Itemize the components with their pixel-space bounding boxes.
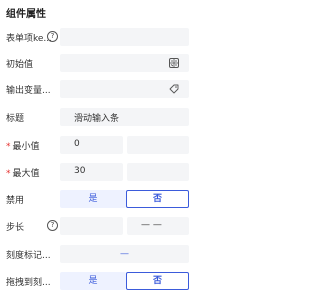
initial-value-input[interactable] [60, 54, 189, 72]
form-key-label: 表单项ke... [6, 34, 53, 44]
title-label: 标题 [6, 114, 25, 124]
drag-no-button[interactable]: 否 [126, 272, 189, 290]
step-slider-input[interactable]: — — [127, 217, 189, 235]
disabled-row: 禁用 是 否 [0, 190, 206, 208]
step-label: 步长 [6, 223, 25, 233]
disabled-yes-button[interactable]: 是 [60, 190, 126, 208]
output-var-label: 输出变量... [6, 86, 51, 96]
marks-value: — [120, 249, 129, 259]
required-mark: * [6, 169, 11, 179]
initial-value-row: 初始值 [0, 54, 206, 72]
max-value: 30 [74, 166, 86, 176]
min-input[interactable]: 0 [60, 136, 123, 154]
title-input[interactable]: 滑动输入条 [60, 108, 189, 126]
marks-input[interactable]: — [60, 245, 189, 263]
drag-row: 拖拽到刻... 是 否 [0, 272, 206, 290]
marks-row: 刻度标记... — [0, 245, 206, 263]
step-row: 步长 ? — — [0, 217, 206, 235]
min-value: 0 [74, 139, 80, 149]
max-input[interactable]: 30 [60, 163, 123, 181]
marks-label: 刻度标记... [6, 251, 51, 261]
form-key-input[interactable] [60, 28, 189, 46]
title-value: 滑动输入条 [74, 114, 120, 124]
form-key-row: 表单项ke... ? [0, 28, 206, 46]
title-row: 标题 滑动输入条 [0, 108, 206, 126]
initial-value-label: 初始值 [6, 60, 34, 70]
drag-yes-button[interactable]: 是 [60, 272, 126, 290]
output-var-row: 输出变量... [0, 80, 206, 98]
step-input[interactable] [60, 217, 123, 235]
min-row: * 最小值 0 [0, 136, 206, 154]
required-mark: * [6, 142, 11, 152]
output-var-input[interactable] [60, 80, 189, 98]
max-label: * 最大值 [6, 169, 40, 179]
calculator-icon[interactable] [169, 58, 179, 68]
panel-title: 组件属性 [6, 9, 46, 20]
min-extra-input[interactable] [127, 136, 189, 154]
max-extra-input[interactable] [127, 163, 189, 181]
drag-label: 拖拽到刻... [6, 278, 51, 288]
disabled-label: 禁用 [6, 196, 25, 206]
max-row: * 最大值 30 [0, 163, 206, 181]
min-label: * 最小值 [6, 142, 40, 152]
step-value: — — [141, 220, 162, 230]
disabled-no-button[interactable]: 否 [126, 190, 189, 208]
help-icon[interactable]: ? [47, 220, 58, 231]
tag-icon[interactable] [169, 84, 179, 94]
help-icon[interactable]: ? [47, 31, 58, 42]
